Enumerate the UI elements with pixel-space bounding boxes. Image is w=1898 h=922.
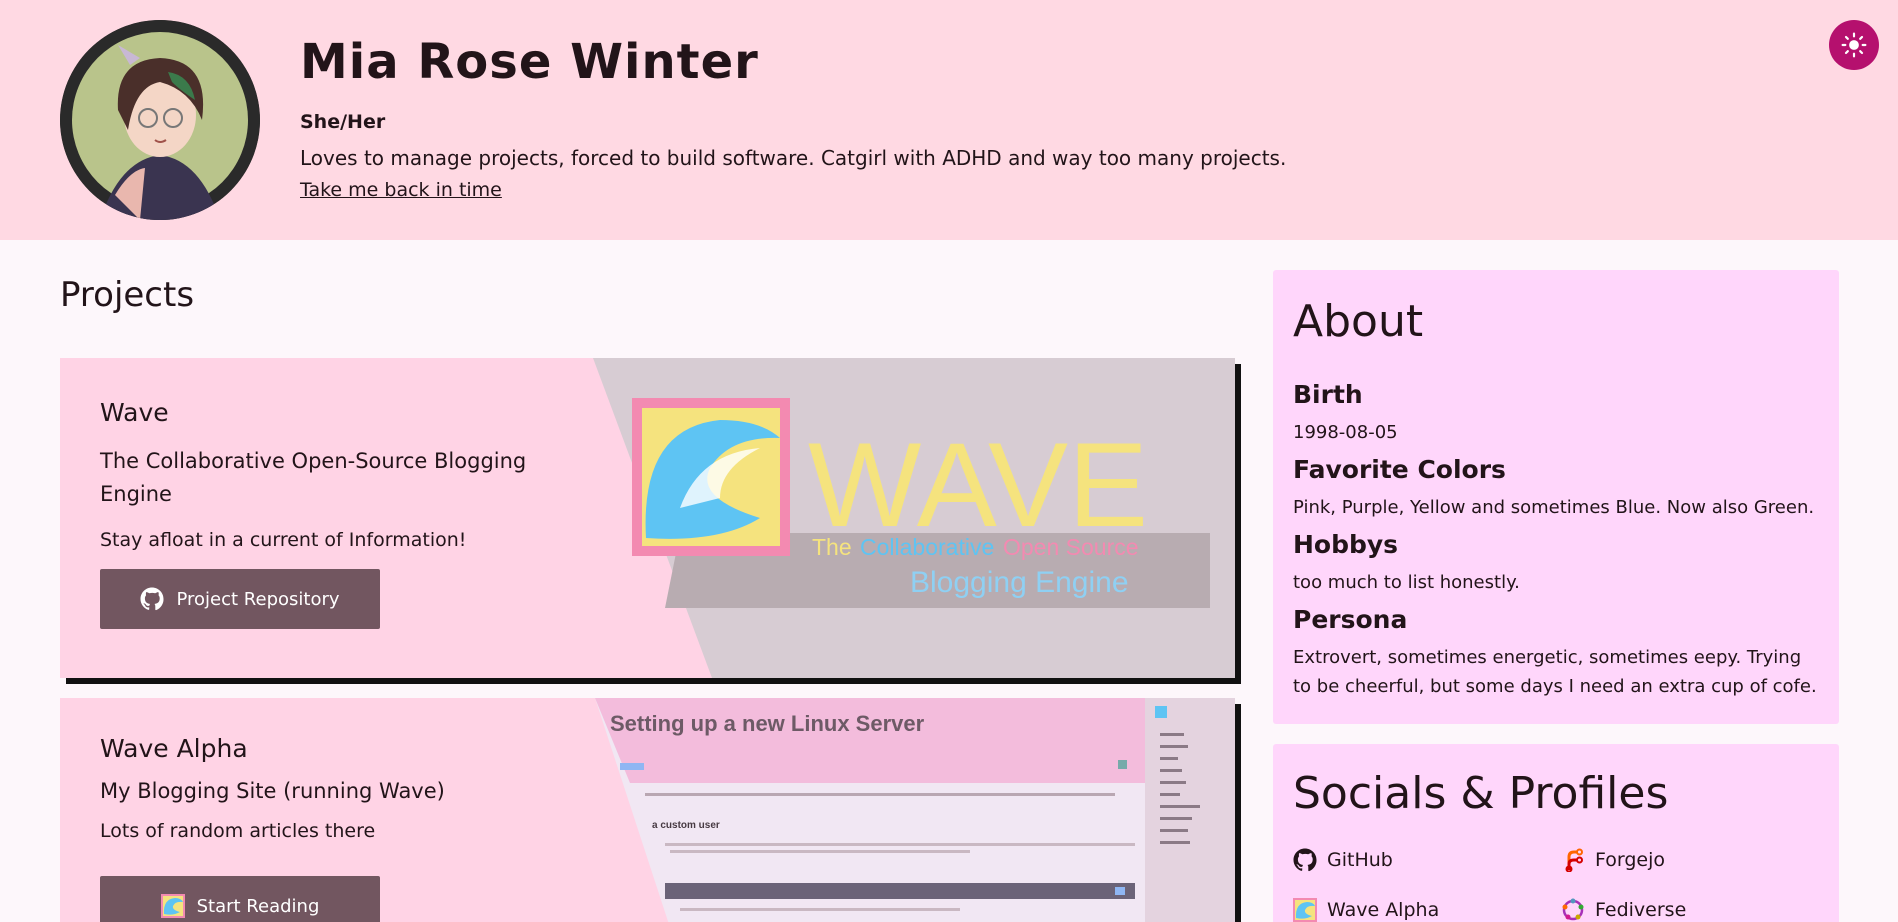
about-label-hobbys: Hobbys [1293, 530, 1399, 559]
button-label: Start Reading [196, 895, 320, 917]
svg-text:a custom user: a custom user [652, 820, 720, 831]
profile-name: Mia Rose Winter [300, 34, 759, 90]
projects-heading: Projects [60, 275, 195, 315]
about-label-persona: Persona [1293, 605, 1408, 634]
about-value-persona: Extrovert, sometimes energetic, sometime… [1293, 647, 1817, 697]
about-label-colors: Favorite Colors [1293, 455, 1506, 484]
back-in-time-link[interactable]: Take me back in time [300, 179, 502, 201]
wave-wordmark: WAVE [808, 418, 1148, 552]
svg-text:Collaborative: Collaborative [860, 534, 994, 560]
sun-icon [1841, 32, 1867, 58]
svg-text:Open Source: Open Source [1003, 534, 1139, 560]
social-label: Fediverse [1595, 899, 1687, 921]
forgejo-icon [1565, 848, 1583, 872]
social-label: GitHub [1327, 849, 1393, 871]
wave-logo-icon [160, 894, 185, 918]
project-text-wave-alpha: Wave Alpha My Blogging Site (running Wav… [100, 734, 540, 842]
svg-text:The: The [812, 534, 852, 560]
social-link-wave-alpha[interactable]: Wave Alpha [1293, 898, 1439, 922]
social-link-forgejo[interactable]: Forgejo [1561, 848, 1665, 872]
social-link-fediverse[interactable]: Fediverse [1561, 898, 1686, 922]
project-card-wave: WAVE The Collaborative Open Source Blogg… [60, 358, 1235, 678]
about-heading: About [1293, 296, 1424, 347]
socials-panel: Socials & Profiles GitHub Forgejo Wave A… [1273, 744, 1839, 922]
project-card-wave-alpha: Setting up a new Linux Server a custom u… [60, 698, 1235, 922]
about-label-birth: Birth [1293, 380, 1363, 409]
profile-header: Mia Rose Winter She/Her Loves to manage … [0, 0, 1898, 240]
start-reading-button[interactable]: Start Reading [100, 876, 380, 922]
pronouns: She/Her [300, 111, 386, 133]
project-title: Wave Alpha [100, 734, 248, 763]
bio: Loves to manage projects, forced to buil… [300, 146, 1287, 170]
avatar [60, 20, 260, 220]
about-value-colors: Pink, Purple, Yellow and sometimes Blue.… [1293, 497, 1815, 518]
fediverse-icon [1562, 898, 1584, 921]
project-repository-button[interactable]: Project Repository [100, 569, 380, 629]
svg-text:Setting up a new Linux Server: Setting up a new Linux Server [610, 711, 925, 736]
svg-text:Blogging Engine: Blogging Engine [910, 566, 1129, 599]
about-value-birth: 1998-08-05 [1293, 422, 1398, 443]
project-description: Lots of random articles there [100, 820, 376, 842]
social-label: Wave Alpha [1327, 899, 1440, 921]
wave-logo-icon [1293, 898, 1317, 922]
socials-heading: Socials & Profiles [1293, 768, 1669, 819]
about-value-hobbys: too much to list honestly. [1293, 572, 1520, 593]
github-icon [1293, 848, 1317, 872]
project-title: Wave [100, 398, 169, 427]
project-description: Stay afloat in a current of Information! [100, 529, 467, 551]
project-subtitle: My Blogging Site (running Wave) [100, 779, 445, 803]
button-label: Project Repository [176, 588, 340, 610]
social-label: Forgejo [1595, 849, 1666, 871]
project-subtitle: The Collaborative Open-Source Blogging E… [100, 449, 527, 506]
social-link-github[interactable]: GitHub [1293, 848, 1393, 872]
about-panel: About Birth 1998-08-05 Favorite Colors P… [1273, 270, 1839, 724]
theme-toggle-button[interactable] [1829, 20, 1879, 70]
project-text-wave: Wave The Collaborative Open-Source Blogg… [100, 398, 540, 551]
github-icon [140, 587, 164, 611]
